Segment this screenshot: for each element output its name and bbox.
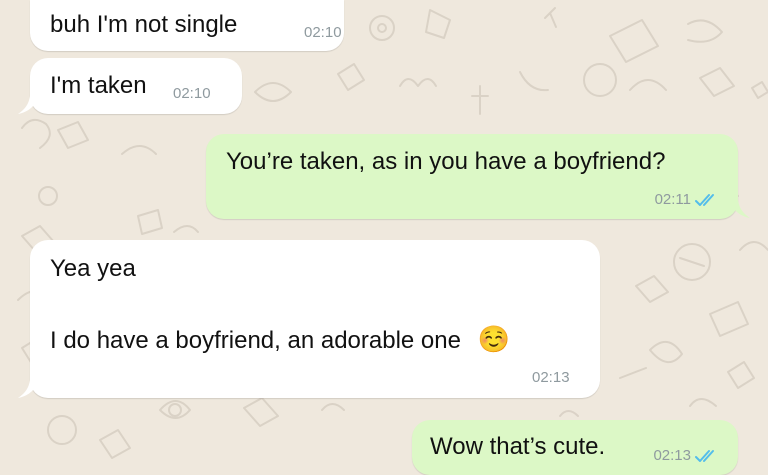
message-time: 02:10 [304,24,342,41]
message-meta: 02:10 [304,24,342,42]
message-time: 02:13 [532,369,570,386]
outgoing-message-bubble[interactable]: You’re taken, as in you have a boyfriend… [206,134,750,219]
message-text: You’re taken, as in you have a boyfriend… [226,148,666,175]
message-meta: 02:10 [173,85,211,103]
message-text: Wow that’s cute. [430,433,606,460]
incoming-message-bubble[interactable]: Yea yea I do have a boyfriend, an adorab… [18,240,600,398]
message-time: 02:11 [654,191,691,208]
message-line-text: I do have a boyfriend, an adorable one [50,327,461,354]
message-text: buh I'm not single [50,11,238,38]
chat-thread: buh I'm not single 02:10 I'm taken 02:10… [0,0,768,475]
message-line: I do have a boyfriend, an adorable one ☺… [50,324,510,356]
smiling-face-emoji: ☺️ [477,324,511,354]
message-time: 02:13 [653,447,691,464]
message-meta: 02:13 [653,447,720,465]
double-check-icon [695,194,714,206]
bubble-tail [18,96,38,114]
bubble-tail [18,380,38,398]
outgoing-message-bubble[interactable]: Wow that’s cute. 02:13 [412,420,738,475]
double-check-icon [695,450,714,462]
incoming-message-bubble[interactable]: buh I'm not single 02:10 [30,0,344,51]
message-line: Yea yea [50,255,136,282]
bubble-tail [730,200,750,218]
incoming-message-bubble[interactable]: I'm taken 02:10 [18,58,242,114]
message-meta: 02:11 [655,191,720,209]
message-time: 02:10 [173,85,211,102]
message-meta: 02:13 [532,369,570,387]
message-text: I'm taken [50,72,147,99]
